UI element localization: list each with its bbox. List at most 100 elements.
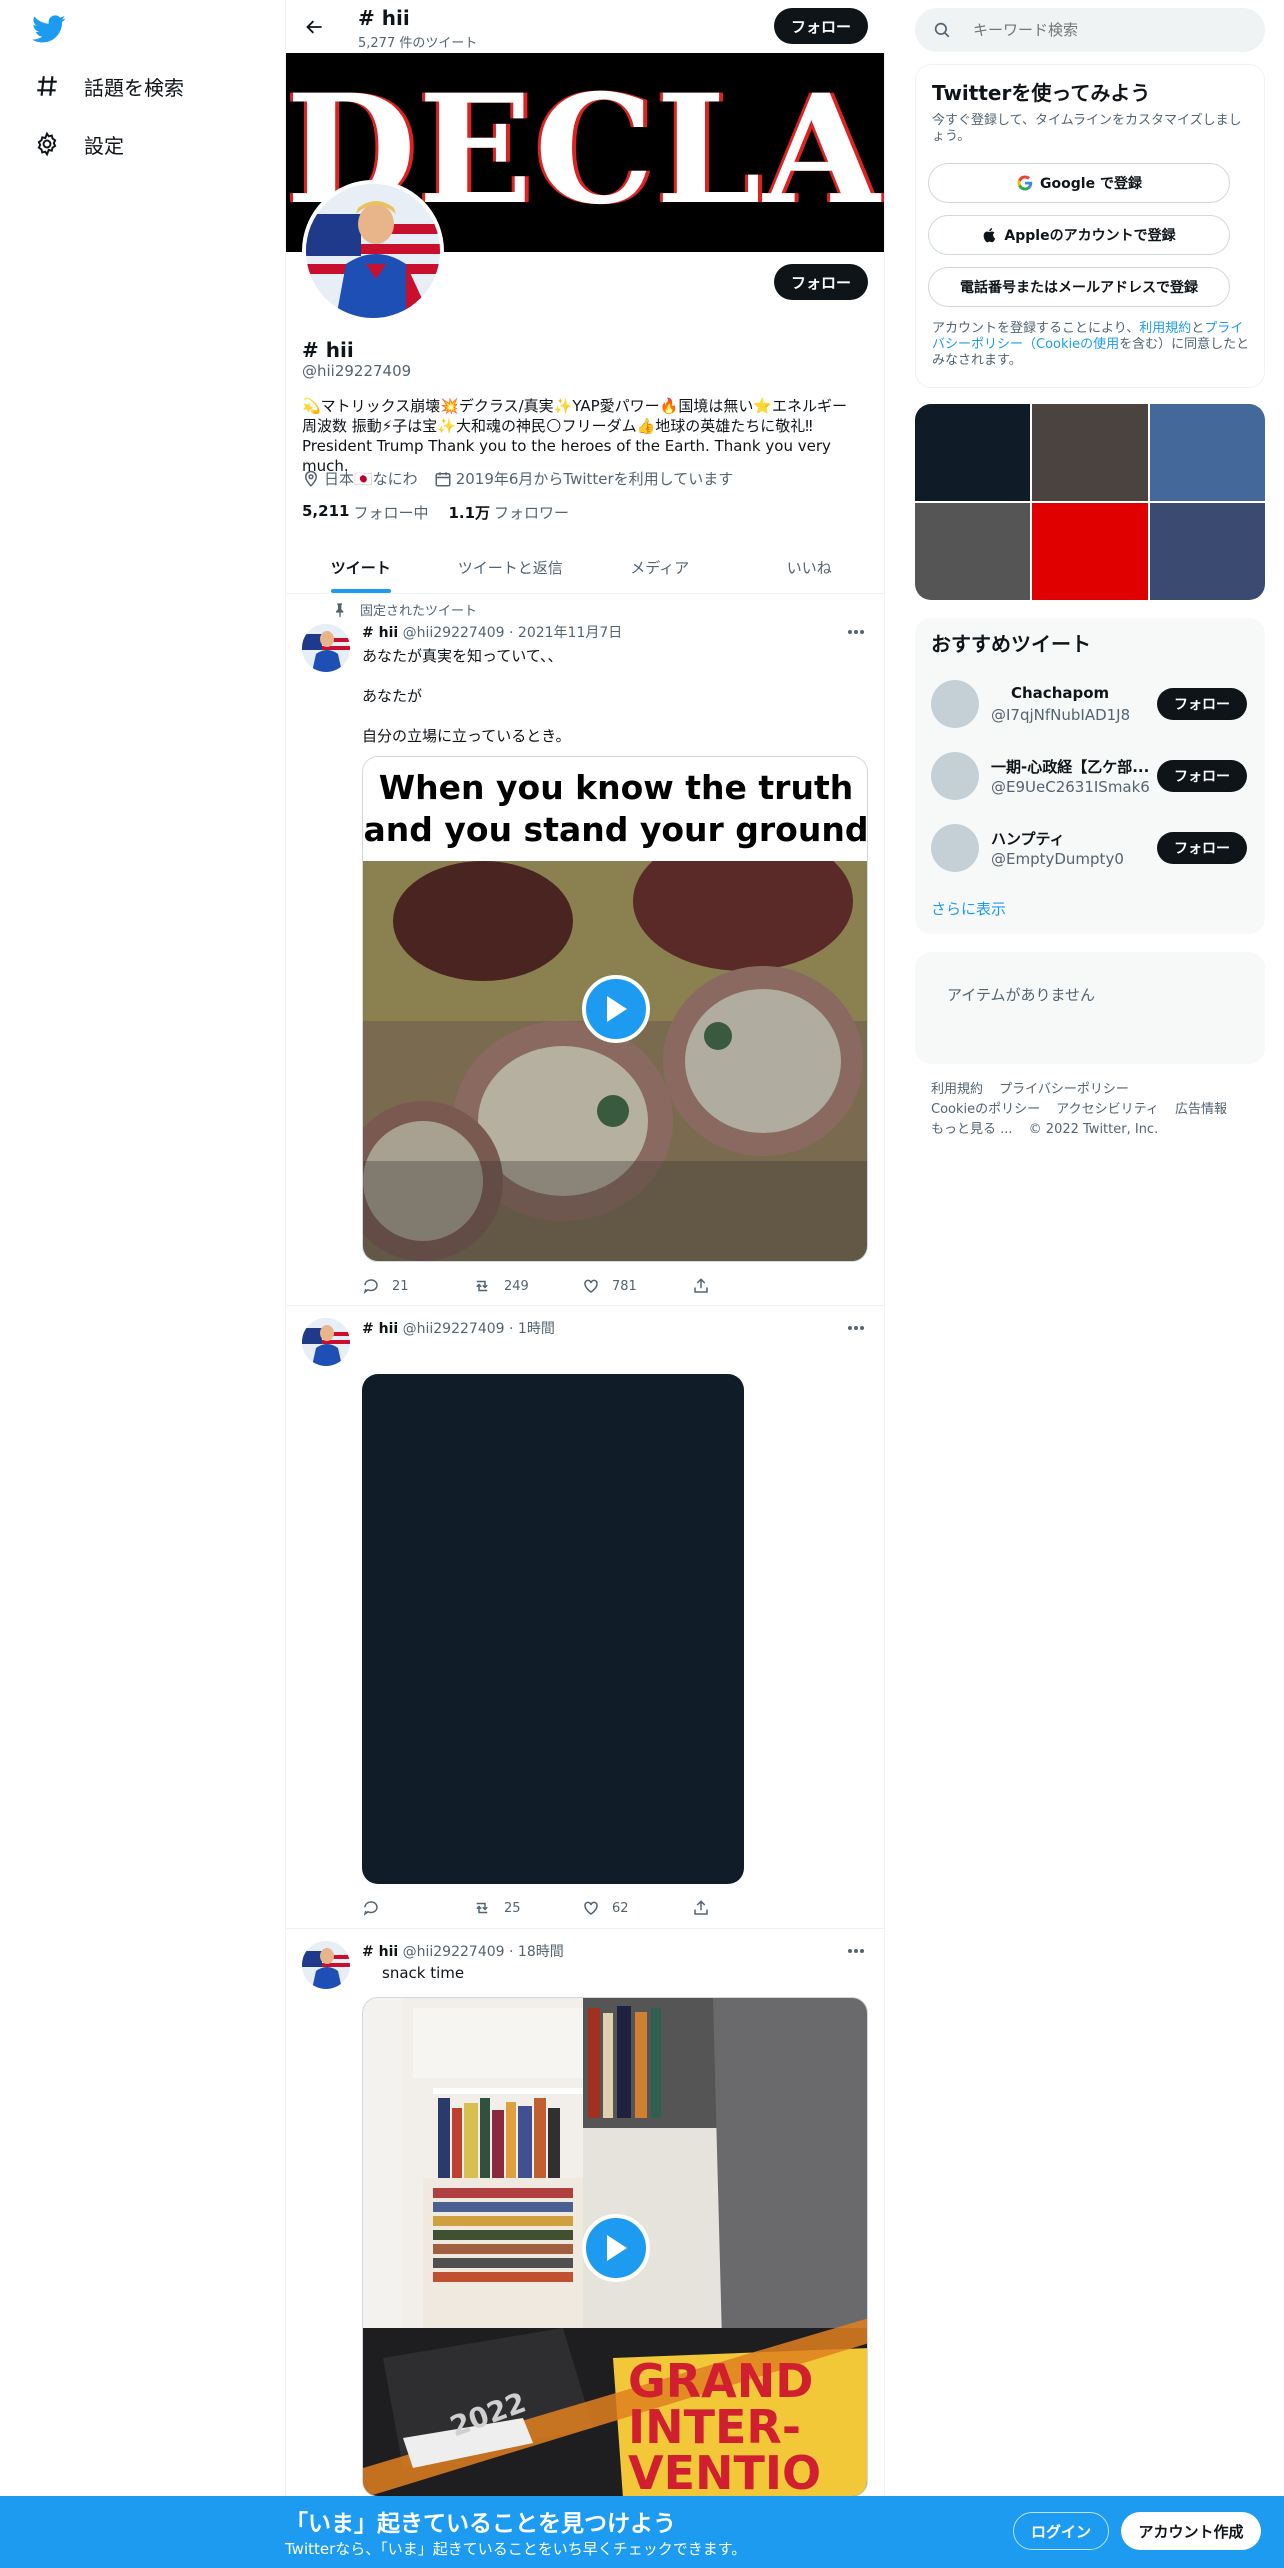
bio-line: 💫マトリックス崩壊💥デクラス/真実✨YAP愛パワー🔥国境は無い⭐エネルギー bbox=[302, 397, 847, 415]
footer-link[interactable]: 広告情報 bbox=[1175, 1102, 1227, 1117]
play-button[interactable] bbox=[582, 975, 650, 1043]
tab-tweets-and-replies[interactable]: ツイートと返信 bbox=[436, 541, 586, 593]
tweet-header: # hii @hii29227409 · 2021年11月7日 bbox=[362, 625, 623, 641]
recommend-user[interactable]: Chachapom @I7qjNfNubIAD1J8 フォロー bbox=[931, 672, 1249, 732]
google-icon bbox=[1017, 175, 1033, 191]
tweet-date[interactable]: 18時間 bbox=[518, 1944, 564, 1960]
tweet-card[interactable]: # hii @hii29227409 · 18時間 snack time GRA… bbox=[286, 1929, 884, 2568]
play-icon bbox=[607, 996, 627, 1022]
phone-email-signup-button[interactable]: 電話番号またはメールアドレスで登録 bbox=[928, 267, 1230, 307]
share-button[interactable] bbox=[692, 1274, 802, 1298]
show-more-link[interactable]: さらに表示 bbox=[931, 898, 1006, 919]
profile-avatar[interactable] bbox=[302, 180, 444, 322]
signup-terms: アカウントを登録することにより、利用規約とプライバシーポリシー（Cookieの使… bbox=[932, 321, 1250, 369]
main-column: # hii 5,277 件のツイート フォロー DECLAS フォロー # hi… bbox=[285, 0, 886, 2568]
tweet-author-handle[interactable]: @hii29227409 bbox=[403, 625, 505, 641]
avatar[interactable] bbox=[931, 752, 979, 800]
play-button[interactable] bbox=[582, 2214, 650, 2282]
more-options-icon[interactable] bbox=[844, 1318, 868, 1338]
tweet-media-placeholder[interactable] bbox=[362, 1374, 744, 1884]
footer-link[interactable]: プライバシーポリシー bbox=[999, 1082, 1129, 1097]
footer-link[interactable]: 利用規約 bbox=[931, 1082, 983, 1097]
search-input[interactable] bbox=[973, 21, 1233, 39]
avatar[interactable] bbox=[931, 824, 979, 872]
tweet-avatar[interactable] bbox=[302, 1318, 350, 1366]
tab-media[interactable]: メディア bbox=[585, 541, 735, 593]
nav-settings-label: 設定 bbox=[84, 133, 124, 158]
share-icon bbox=[694, 1900, 708, 1915]
profile-tabs: ツイート ツイートと返信 メディア いいね bbox=[286, 541, 884, 594]
tweet-avatar[interactable] bbox=[302, 624, 350, 672]
tweet-card[interactable]: # hii @hii29227409 · 1時間 25 62 bbox=[286, 1306, 884, 1929]
search-box[interactable] bbox=[915, 8, 1265, 52]
recommend-user[interactable]: 一期-心政経【乙ケ部... @E9UeC2631ISmak6 フォロー bbox=[931, 744, 1249, 804]
profile-follow-button[interactable]: フォロー bbox=[774, 264, 868, 300]
footer-link[interactable]: アクセシビリティ bbox=[1056, 1102, 1159, 1117]
nav-explore[interactable]: 話題を検索 bbox=[32, 64, 184, 108]
back-arrow-icon[interactable] bbox=[298, 10, 332, 44]
book-text-line: VENTIO bbox=[628, 2446, 822, 2497]
apple-signup-label: Appleのアカウントで登録 bbox=[1004, 228, 1176, 244]
tab-tweets[interactable]: ツイート bbox=[286, 541, 436, 593]
profile-joined: 2019年6月からTwitterを利用しています bbox=[434, 468, 733, 489]
nav-settings[interactable]: 設定 bbox=[32, 122, 124, 166]
reply-button[interactable] bbox=[362, 1896, 472, 1920]
footer-link[interactable]: もっと見る ... bbox=[931, 1122, 1013, 1137]
tweet-author-name[interactable]: # hii bbox=[362, 1321, 398, 1337]
more-options-icon[interactable] bbox=[844, 622, 868, 642]
recommend-follow-button[interactable]: フォロー bbox=[1157, 832, 1247, 864]
followers-link[interactable]: 1.1万 フォロワー bbox=[448, 502, 569, 523]
tweet-author-name[interactable]: # hii bbox=[362, 1944, 398, 1960]
login-button[interactable]: ログイン bbox=[1013, 2512, 1109, 2550]
recommend-follow-button[interactable]: フォロー bbox=[1157, 760, 1247, 792]
like-button[interactable]: 62 bbox=[582, 1896, 692, 1920]
avatar[interactable] bbox=[931, 680, 979, 728]
tweet-video[interactable]: GRAND INTER- VENTIO 2022 bbox=[362, 1997, 868, 2497]
recommend-user[interactable]: ハンプティ @EmptyDumpty0 フォロー bbox=[931, 816, 1249, 876]
terms-link[interactable]: 利用規約 bbox=[1139, 321, 1191, 336]
recommend-user-handle: @EmptyDumpty0 bbox=[991, 850, 1124, 868]
header-follow-button[interactable]: フォロー bbox=[774, 8, 868, 44]
apple-icon bbox=[984, 228, 996, 243]
reply-icon bbox=[363, 1901, 378, 1916]
video-caption: When you know the truth and you stand yo… bbox=[363, 757, 867, 861]
bottom-signup-bar: 「いま」起きていることを見つけよう Twitterなら、「いま」起きていることを… bbox=[0, 2496, 1284, 2568]
tweet-author-handle[interactable]: @hii29227409 bbox=[403, 1944, 505, 1960]
tweet-text: snack time bbox=[382, 1964, 465, 1982]
profile-location: 日本🇯🇵なにわ bbox=[302, 468, 418, 489]
tweet-author-name[interactable]: # hii bbox=[362, 625, 398, 641]
more-options-icon[interactable] bbox=[844, 1941, 868, 1961]
following-link[interactable]: 5,211 フォロー中 bbox=[302, 502, 428, 523]
retweet-button[interactable]: 249 bbox=[472, 1274, 582, 1298]
tweet-video[interactable]: When you know the truth and you stand yo… bbox=[362, 756, 868, 1262]
media-thumbnail[interactable] bbox=[1149, 404, 1265, 501]
signup-button[interactable]: アカウント作成 bbox=[1121, 2512, 1261, 2550]
book-cover-text: GRAND INTER- VENTIO bbox=[628, 2358, 821, 2496]
profile-handle: @hii29227409 bbox=[302, 362, 412, 380]
media-thumbnail[interactable] bbox=[915, 404, 1031, 501]
tweet-card[interactable]: 固定されたツイート # hii @hii29227409 · 2021年11月7… bbox=[286, 594, 884, 1306]
signup-title: Twitterを使ってみよう bbox=[932, 81, 1151, 105]
twitter-logo-icon[interactable] bbox=[32, 12, 66, 46]
retweet-button[interactable]: 25 bbox=[472, 1896, 582, 1920]
tweet-date[interactable]: 1時間 bbox=[518, 1321, 555, 1337]
tweet-avatar[interactable] bbox=[302, 1941, 350, 1989]
cookie-link[interactable]: （Cookieの使用 bbox=[1023, 337, 1119, 352]
tab-likes[interactable]: いいね bbox=[735, 541, 885, 593]
footer-link[interactable]: Cookieのポリシー bbox=[931, 1102, 1040, 1117]
media-thumbnail[interactable] bbox=[1032, 404, 1148, 501]
media-thumbnail[interactable] bbox=[1149, 503, 1265, 600]
media-thumbnail[interactable] bbox=[1032, 503, 1148, 600]
recommend-follow-button[interactable]: フォロー bbox=[1157, 688, 1247, 720]
location-text: 日本🇯🇵なにわ bbox=[324, 470, 418, 488]
reply-icon bbox=[363, 1279, 378, 1294]
apple-signup-button[interactable]: Appleのアカウントで登録 bbox=[928, 215, 1230, 255]
share-button[interactable] bbox=[692, 1896, 802, 1920]
like-button[interactable]: 781 bbox=[582, 1274, 692, 1298]
reply-button[interactable]: 21 bbox=[362, 1274, 472, 1298]
tweet-author-handle[interactable]: @hii29227409 bbox=[403, 1321, 505, 1337]
media-thumbnail[interactable] bbox=[915, 503, 1031, 600]
google-signup-button[interactable]: Google で登録 bbox=[928, 163, 1230, 203]
tweet-date[interactable]: 2021年11月7日 bbox=[518, 625, 622, 641]
hashtag-icon bbox=[32, 71, 62, 101]
